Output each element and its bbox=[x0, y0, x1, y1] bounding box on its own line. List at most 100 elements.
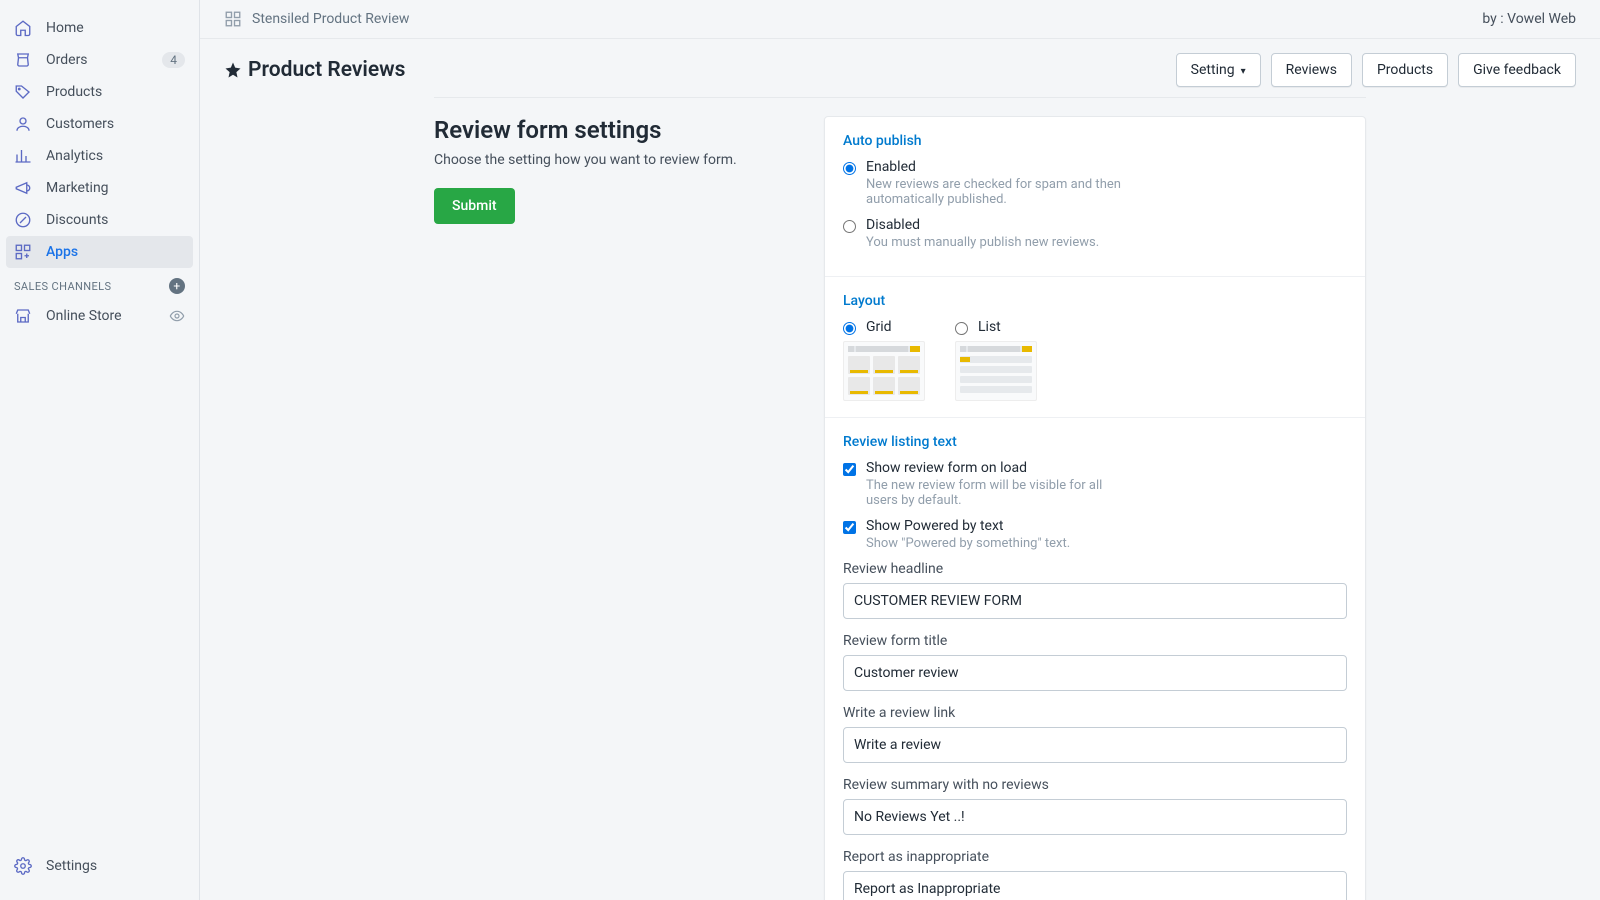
form-grid: Review form settings Choose the setting … bbox=[434, 116, 1366, 900]
layout-list-option[interactable]: List bbox=[955, 319, 1037, 401]
gear-icon bbox=[14, 857, 32, 875]
no-reviews-summary-field: Review summary with no reviews bbox=[843, 777, 1347, 835]
nav-label: Online Store bbox=[46, 308, 122, 324]
write-review-link-field: Write a review link bbox=[843, 705, 1347, 763]
auto-publish-enabled-row[interactable]: Enabled New reviews are checked for spam… bbox=[843, 159, 1347, 207]
reviews-button[interactable]: Reviews bbox=[1271, 53, 1352, 87]
nav-label: Discounts bbox=[46, 212, 108, 228]
field-label: Review headline bbox=[843, 561, 1347, 577]
form-right-column: Auto publish Enabled New reviews are che… bbox=[824, 116, 1366, 900]
megaphone-icon bbox=[14, 179, 32, 197]
nav-label: Marketing bbox=[46, 180, 109, 196]
apps-icon bbox=[14, 243, 32, 261]
store-icon bbox=[14, 307, 32, 325]
page-title: Product Reviews bbox=[248, 58, 405, 82]
layout-section: Layout Grid bbox=[825, 276, 1365, 417]
field-label: Review form title bbox=[843, 633, 1347, 649]
option-label: Enabled bbox=[866, 159, 1126, 175]
review-headline-input[interactable] bbox=[843, 583, 1347, 619]
nav-home[interactable]: Home bbox=[0, 12, 199, 44]
option-label: Grid bbox=[866, 319, 892, 335]
layout-list-radio[interactable] bbox=[955, 322, 968, 335]
nav-apps[interactable]: Apps bbox=[6, 236, 193, 268]
feedback-button[interactable]: Give feedback bbox=[1458, 53, 1576, 87]
orders-icon bbox=[14, 51, 32, 69]
nav-label: Home bbox=[46, 20, 84, 36]
layout-options: Grid List bbox=[843, 319, 1347, 401]
nav-settings[interactable]: Settings bbox=[14, 850, 185, 882]
page-header: Product Reviews Setting▾ Reviews Product… bbox=[200, 39, 1600, 97]
auto-publish-section: Auto publish Enabled New reviews are che… bbox=[825, 117, 1365, 276]
option-label: Show Powered by text bbox=[866, 518, 1070, 534]
nav-products[interactable]: Products bbox=[0, 76, 199, 108]
review-headline-field: Review headline bbox=[843, 561, 1347, 619]
star-icon bbox=[224, 61, 242, 79]
form-left-column: Review form settings Choose the setting … bbox=[434, 116, 784, 900]
field-label: Write a review link bbox=[843, 705, 1347, 721]
layout-grid-option[interactable]: Grid bbox=[843, 319, 925, 401]
products-button[interactable]: Products bbox=[1362, 53, 1448, 87]
review-title-input[interactable] bbox=[843, 655, 1347, 691]
powered-by-row[interactable]: Show Powered by text Show "Powered by so… bbox=[843, 518, 1347, 551]
nav-online-store[interactable]: Online Store bbox=[0, 300, 199, 332]
option-desc: You must manually publish new reviews. bbox=[866, 235, 1099, 250]
nav-label: Settings bbox=[46, 858, 97, 874]
app-icon bbox=[224, 10, 242, 28]
nav-discounts[interactable]: Discounts bbox=[0, 204, 199, 236]
divider bbox=[434, 97, 1366, 98]
report-inappropriate-field: Report as inappropriate bbox=[843, 849, 1347, 900]
nav-customers[interactable]: Customers bbox=[0, 108, 199, 140]
sales-channels-header: SALES CHANNELS + bbox=[0, 268, 199, 300]
form-heading: Review form settings bbox=[434, 116, 784, 144]
nav-orders[interactable]: Orders 4 bbox=[0, 44, 199, 76]
nav-section: Home Orders 4 Products Customers Analyti… bbox=[0, 0, 199, 840]
field-label: Review summary with no reviews bbox=[843, 777, 1347, 793]
nav-label: Customers bbox=[46, 116, 114, 132]
sidebar: Home Orders 4 Products Customers Analyti… bbox=[0, 0, 200, 900]
app-name: Stensiled Product Review bbox=[252, 11, 409, 27]
setting-dropdown[interactable]: Setting▾ bbox=[1176, 53, 1261, 87]
sidebar-footer: Settings bbox=[0, 840, 199, 900]
submit-button[interactable]: Submit bbox=[434, 188, 515, 224]
nav-label: Orders bbox=[46, 52, 88, 68]
review-listing-section: Review listing text Show review form on … bbox=[825, 417, 1365, 900]
nav-label: Apps bbox=[46, 244, 78, 260]
auto-publish-disabled-radio[interactable] bbox=[843, 220, 856, 233]
nav-label: Analytics bbox=[46, 148, 103, 164]
section-header: Layout bbox=[843, 293, 1347, 309]
option-desc: Show "Powered by something" text. bbox=[866, 536, 1070, 551]
eye-icon[interactable] bbox=[169, 308, 185, 324]
main: Stensiled Product Review by : Vowel Web … bbox=[200, 0, 1600, 900]
no-reviews-summary-input[interactable] bbox=[843, 799, 1347, 835]
sales-channels-label: SALES CHANNELS bbox=[14, 280, 111, 293]
nav-marketing[interactable]: Marketing bbox=[0, 172, 199, 204]
option-desc: New reviews are checked for spam and the… bbox=[866, 177, 1126, 207]
report-inappropriate-input[interactable] bbox=[843, 871, 1347, 900]
show-form-checkbox[interactable] bbox=[843, 463, 856, 476]
user-icon bbox=[14, 115, 32, 133]
tag-icon bbox=[14, 83, 32, 101]
page-actions: Setting▾ Reviews Products Give feedback bbox=[1176, 53, 1576, 87]
byline: by : Vowel Web bbox=[1482, 11, 1576, 27]
content: Review form settings Choose the setting … bbox=[200, 97, 1600, 900]
chevron-down-icon: ▾ bbox=[1241, 66, 1246, 77]
option-label: Show review form on load bbox=[866, 460, 1126, 476]
auto-publish-disabled-row[interactable]: Disabled You must manually publish new r… bbox=[843, 217, 1347, 250]
orders-badge: 4 bbox=[162, 52, 185, 68]
add-channel-icon[interactable]: + bbox=[169, 278, 185, 294]
option-desc: The new review form will be visible for … bbox=[866, 478, 1126, 508]
layout-grid-radio[interactable] bbox=[843, 322, 856, 335]
show-form-row[interactable]: Show review form on load The new review … bbox=[843, 460, 1347, 508]
powered-by-checkbox[interactable] bbox=[843, 521, 856, 534]
page-title-wrap: Product Reviews bbox=[224, 58, 405, 82]
field-label: Report as inappropriate bbox=[843, 849, 1347, 865]
nav-label: Products bbox=[46, 84, 102, 100]
option-label: Disabled bbox=[866, 217, 1099, 233]
write-review-link-input[interactable] bbox=[843, 727, 1347, 763]
home-icon bbox=[14, 19, 32, 37]
auto-publish-enabled-radio[interactable] bbox=[843, 162, 856, 175]
nav-analytics[interactable]: Analytics bbox=[0, 140, 199, 172]
section-header: Auto publish bbox=[843, 133, 1347, 149]
top-strip: Stensiled Product Review by : Vowel Web bbox=[200, 0, 1600, 39]
layout-grid-thumb bbox=[843, 341, 925, 401]
